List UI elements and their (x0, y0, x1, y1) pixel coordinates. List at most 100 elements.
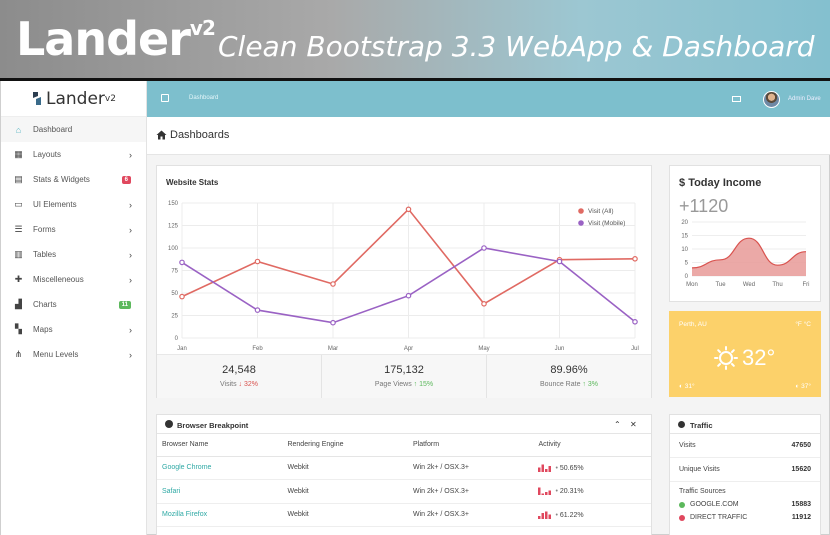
table-icon: ▥ (14, 249, 23, 259)
y-tick-label: 100 (168, 246, 179, 252)
summary-value: 89.96% (550, 364, 588, 376)
legend-label: Visit (Mobile) (588, 220, 625, 227)
sidebar-item-menu-levels[interactable]: ⋔ Menu Levels › (1, 342, 146, 367)
sidebar-item-forms[interactable]: ☰ Forms › (1, 217, 146, 242)
sidebar-item-ui-elements[interactable]: ▭ UI Elements › (1, 192, 146, 217)
sidebar-item-label: Maps (33, 325, 53, 334)
sidebar-item-maps[interactable]: ▚ Maps › (1, 317, 146, 342)
page-title: Dashboards (156, 129, 229, 141)
income-chart: 0 5 10 15 20 Mon Tue Wed Thu Fri (681, 220, 809, 288)
website-stats-chart: 0 25 50 75 100 125 150 Jan Feb Mar Apr May Jun Jul Vis… (168, 201, 639, 352)
traffic-source-row: DIRECT TRAFFIC 11912 (679, 511, 811, 524)
avatar[interactable] (763, 91, 780, 108)
data-point (405, 292, 412, 299)
activity-sparkline (538, 511, 552, 519)
income-y-tick: 15 (681, 234, 688, 240)
summary-value: 24,548 (222, 364, 256, 376)
summary-bounce-rate: 89.96% Bounce Rate ↑ 3% (487, 355, 651, 398)
summary-change: 15% (419, 381, 434, 388)
collapse-icon[interactable]: ⌃ (614, 420, 621, 429)
x-tick-label: Mar (328, 346, 338, 352)
browser-name-link[interactable]: Google Chrome (157, 456, 283, 480)
weather-high: ◐ 37° (795, 383, 811, 390)
source-name: GOOGLE.COM (690, 501, 739, 508)
data-point (254, 307, 261, 313)
sidebar-item-layouts[interactable]: ▦ Layouts › (1, 142, 146, 167)
sidebar-item-dashboard[interactable]: ⌂ Dashboard (1, 117, 146, 142)
traffic-visits-row: Visits 47650 (670, 434, 820, 458)
summary-page-views: 175,132 Page Views ↑ 15% (322, 355, 487, 398)
data-point (330, 319, 336, 326)
data-point (179, 293, 185, 300)
traffic-title: Traffic (690, 421, 713, 430)
sidebar: Lander v2 ⌂ Dashboard ▦ Layouts › ▤ Stats & Wid… (1, 81, 147, 535)
column-header[interactable]: Activity (533, 434, 651, 457)
user-name[interactable]: Admin Dave (788, 96, 821, 102)
traffic-visits-value: 47650 (791, 442, 811, 449)
x-tick-label: Jul (631, 346, 639, 352)
column-header[interactable]: Rendering Engine (282, 434, 408, 457)
page-header: Dashboards (147, 117, 830, 155)
x-tick-label: Jun (555, 346, 565, 352)
chevron-right-icon: › (129, 199, 132, 210)
y-tick-label: 50 (171, 291, 178, 297)
summary-value: 175,132 (384, 364, 424, 376)
summary-change: 32% (244, 381, 259, 388)
menu-toggle-icon[interactable] (161, 94, 169, 102)
weather-temperature: 32° (742, 345, 776, 370)
column-header[interactable]: Browser Name (157, 434, 283, 457)
summary-visits: 24,548 Visits ↓ 32% (157, 355, 322, 398)
monitor-icon: ▭ (14, 199, 23, 209)
x-tick-label: Feb (252, 346, 263, 352)
data-point (405, 206, 412, 213)
sidebar-item-miscelleneous[interactable]: ✚ Miscelleneous › (1, 267, 146, 292)
chevron-right-icon: › (129, 274, 132, 285)
table-row: Google Chrome Webkit Win 2k+ / OSX.3+ • 50.… (157, 456, 651, 480)
sidebar-nav: ⌂ Dashboard ▦ Layouts › ▤ Stats & Widgets 6 ▭ UI … (1, 117, 146, 367)
sidebar-item-label: Dashboard (33, 125, 73, 134)
activity: • 20.31% (533, 479, 651, 504)
mail-icon[interactable] (732, 96, 741, 102)
traffic-unique-row: Unique Visits 15620 (670, 458, 820, 482)
data-point (556, 258, 563, 265)
sidebar-item-tables[interactable]: ▥ Tables › (1, 242, 146, 267)
app-window: Lander v2 ⌂ Dashboard ▦ Layouts › ▤ Stats & Wid… (0, 81, 830, 535)
globe-icon (165, 420, 173, 428)
website-stats-panel: Website Stats 0 25 50 75 100 125 150 Jan Feb Mar A… (156, 165, 652, 398)
data-point (330, 281, 336, 287)
count-badge: 11 (118, 300, 131, 309)
legend-label: Visit (All) (588, 208, 614, 215)
browser-name-link[interactable]: Safari (157, 479, 283, 504)
chevron-right-icon: › (129, 224, 132, 235)
legend-swatch (578, 208, 584, 214)
temperature-unit-toggle[interactable]: °F °C (795, 321, 811, 328)
sidebar-item-label: Stats & Widgets (33, 175, 90, 184)
arrow-down-icon: ↓ (238, 381, 243, 388)
close-icon[interactable]: ✕ (630, 420, 637, 429)
sidebar-item-label: Charts (33, 300, 57, 309)
breadcrumb[interactable]: Dashboard (189, 95, 218, 101)
chevron-right-icon: › (129, 324, 132, 335)
home-icon: ⌂ (15, 124, 22, 135)
column-header[interactable]: Platform (407, 434, 534, 457)
income-y-tick: 5 (685, 261, 689, 267)
chart-icon: ▟ (15, 299, 22, 309)
y-tick-label: 25 (171, 314, 178, 320)
traffic-panel: Traffic Visits 47650 Unique Visits 15620 T… (669, 414, 821, 535)
arrow-up-icon: ↑ (582, 381, 586, 388)
sidebar-item-stats-widgets[interactable]: ▤ Stats & Widgets 6 (1, 167, 146, 192)
summary-label: Visits ↓ 32% (219, 381, 259, 388)
brand-logo[interactable]: Lander v2 (1, 81, 146, 117)
arrow-up-icon: ↑ (413, 381, 418, 388)
banner-tagline: Clean Bootstrap 3.3 WebApp & Dashboard (218, 30, 815, 63)
source-value: 15883 (791, 501, 811, 508)
sidebar-item-charts[interactable]: ▟ Charts 11 (1, 292, 146, 317)
puzzle-icon: ✚ (14, 274, 23, 284)
x-tick-label: Apr (404, 346, 413, 352)
source-name: DIRECT TRAFFIC (690, 514, 748, 521)
sitemap-icon: ⋔ (14, 349, 23, 359)
top-navbar: Dashboard Admin Dave (147, 81, 830, 117)
summary-label: Bounce Rate ↑ 3% (539, 381, 598, 388)
activity: • 61.22% (533, 503, 651, 527)
browser-name-link[interactable]: Mozilla Firefox (157, 503, 283, 527)
